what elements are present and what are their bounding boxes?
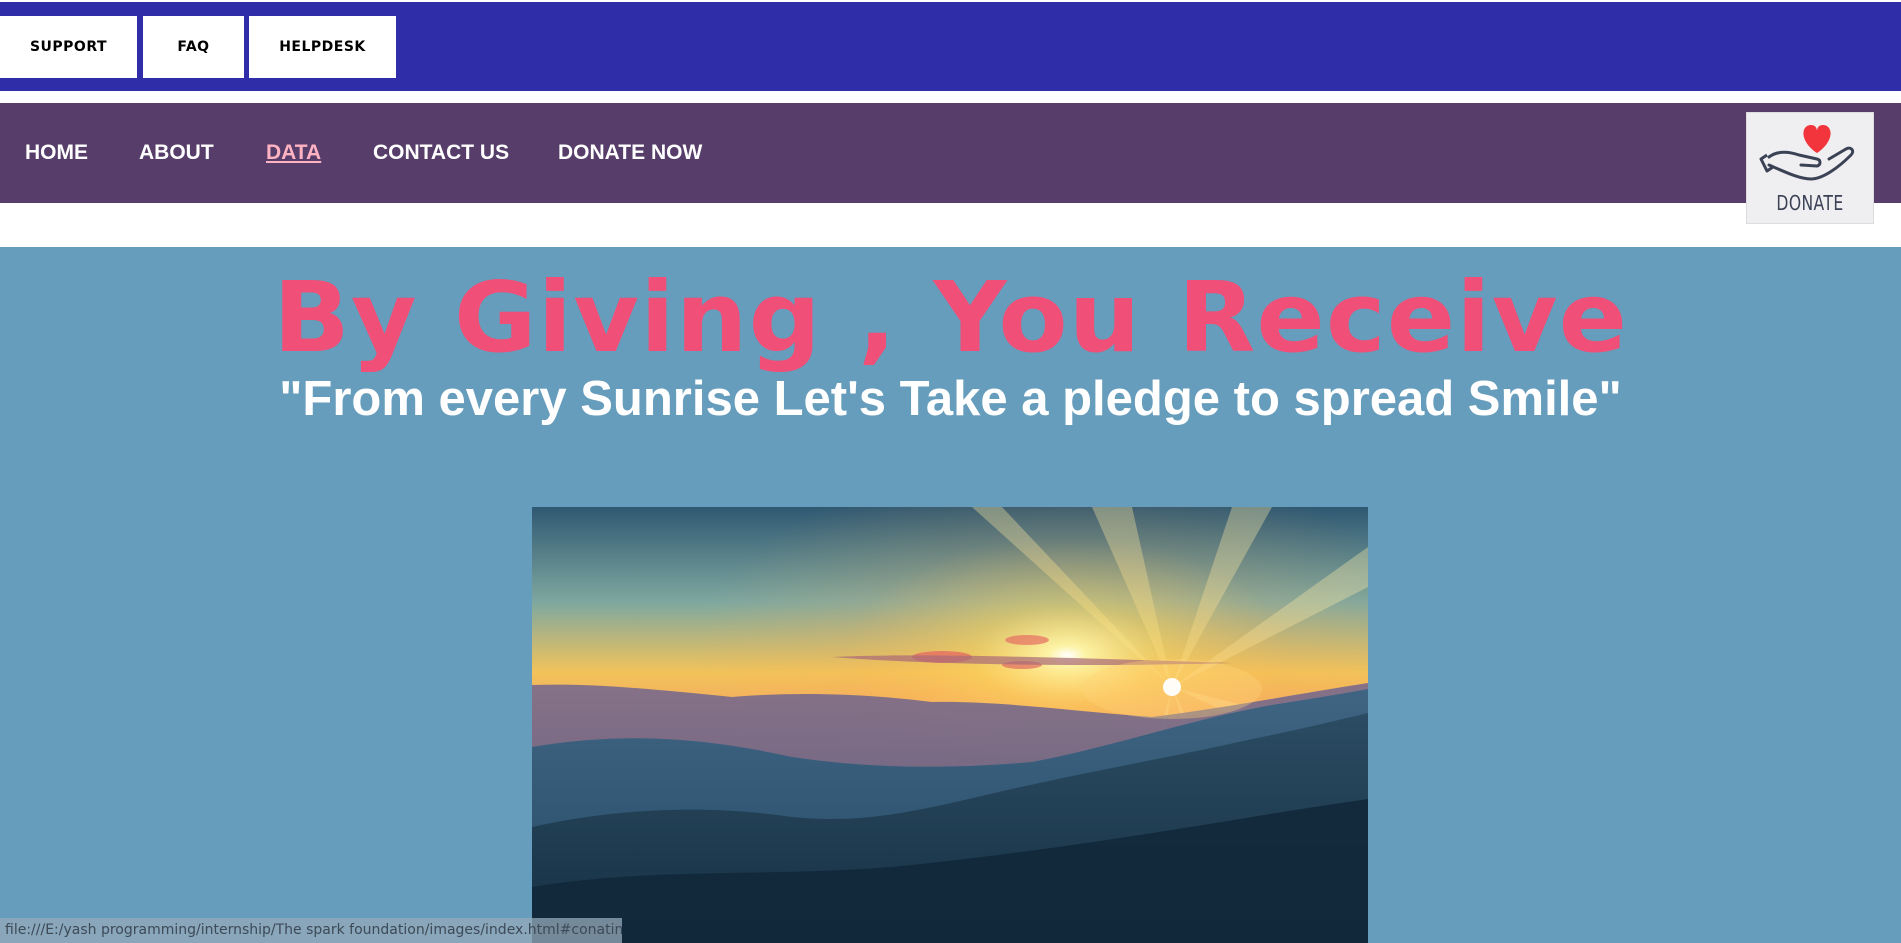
- nav-donate-now-link[interactable]: DONATE NOW: [558, 103, 702, 203]
- sunrise-mountain-image: [532, 507, 1368, 943]
- main-navigation: HOME ABOUT DATA CONTACT US DONATE NOW: [0, 103, 1901, 203]
- hero-quote: "From every Sunrise Let's Take a pledge …: [279, 372, 1622, 426]
- browser-status-url: file:///E:/yash programming/internship/T…: [0, 918, 622, 943]
- helpdesk-button[interactable]: HELPDESK: [249, 16, 396, 78]
- donate-logo-label: DONATE: [1776, 191, 1844, 215]
- nav-contact-us-link[interactable]: CONTACT US: [373, 103, 509, 203]
- nav-data-link[interactable]: DATA: [266, 103, 321, 203]
- nav-home-link[interactable]: HOME: [25, 103, 88, 203]
- nav-about-link[interactable]: ABOUT: [139, 103, 214, 203]
- faq-button[interactable]: FAQ: [143, 16, 244, 78]
- top-utility-bar: SUPPORT FAQ HELPDESK: [0, 2, 1901, 91]
- hero-headline: By Giving , You Receive: [272, 261, 1629, 374]
- hero-section: By Giving , You Receive "From every Sunr…: [0, 247, 1901, 943]
- support-button[interactable]: SUPPORT: [0, 16, 137, 78]
- donate-logo[interactable]: DONATE: [1746, 112, 1874, 224]
